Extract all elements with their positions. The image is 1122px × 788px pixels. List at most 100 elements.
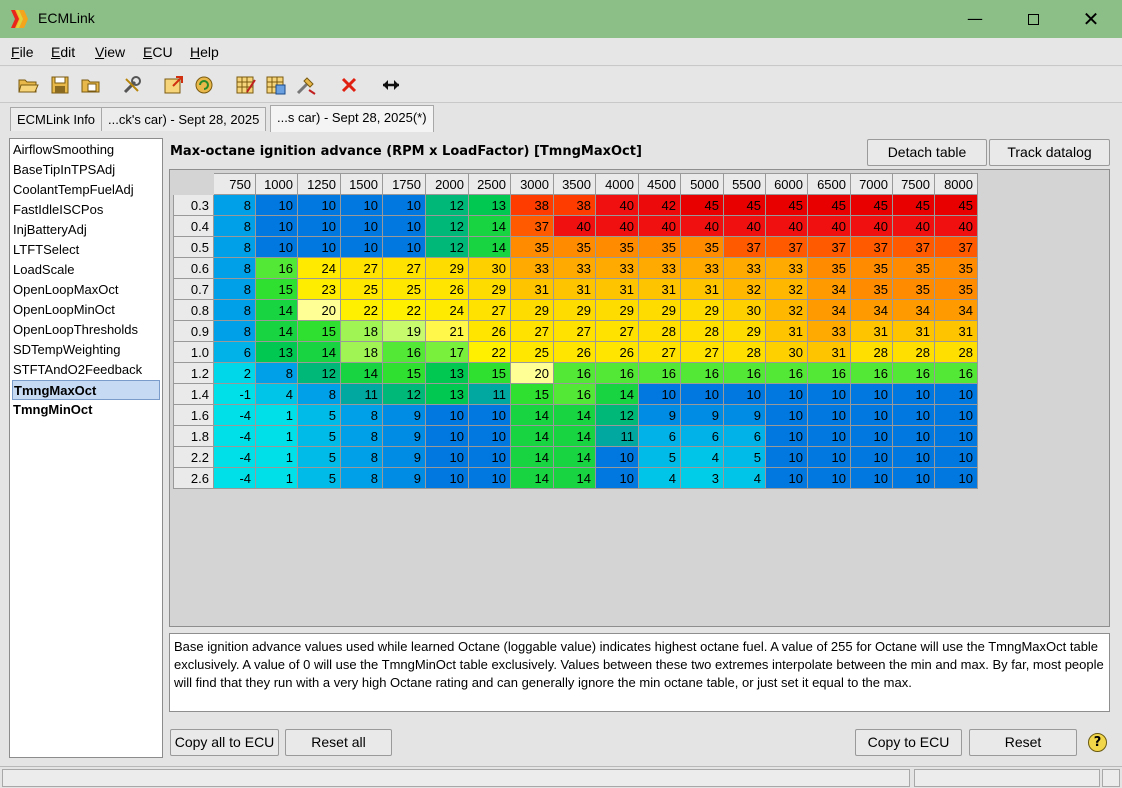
close-button[interactable]: ✕ [1062,0,1120,38]
table-cell[interactable]: 14 [553,404,596,426]
table-cell[interactable]: 28 [892,341,935,363]
help-icon[interactable]: ? [1088,733,1107,752]
table-cell[interactable]: 10 [468,467,511,489]
table-cell[interactable]: 5 [723,446,766,468]
tuning-icon[interactable] [295,74,317,96]
table-cell[interactable]: 10 [765,383,808,405]
table-cell[interactable]: -4 [213,467,256,489]
table-list-item[interactable]: FastIdleISCPos [12,200,160,220]
table-cell[interactable]: 27 [382,257,426,279]
table-cell[interactable]: 12 [595,404,639,426]
copy-all-to-ecu-button[interactable]: Copy all to ECU [170,729,279,756]
table-cell[interactable]: 15 [255,278,298,300]
table-cell[interactable]: 10 [892,404,935,426]
table-cell[interactable]: 10 [382,215,426,237]
table-cell[interactable]: 10 [892,446,935,468]
table-cell[interactable]: 8 [255,362,298,384]
table-cell[interactable]: 10 [255,236,298,258]
table-cell[interactable]: 10 [468,425,511,447]
load-row-header[interactable]: 0.9 [173,320,214,342]
table-cell[interactable]: 10 [425,404,469,426]
table-cell[interactable]: 9 [382,467,426,489]
table-cell[interactable]: 27 [595,320,639,342]
table-cell[interactable]: 10 [595,446,639,468]
table-cell[interactable]: 10 [468,404,511,426]
table-cell[interactable]: 3 [680,467,724,489]
table-cell[interactable]: 16 [807,362,851,384]
table-cell[interactable]: 35 [510,236,554,258]
table-cell[interactable]: 12 [297,362,341,384]
table-cell[interactable]: 38 [553,194,596,216]
resize-grip[interactable] [1102,769,1120,787]
table-cell[interactable]: 14 [553,467,596,489]
table-compare-icon[interactable] [265,74,287,96]
rpm-column-header[interactable]: 7500 [892,173,935,195]
table-cell[interactable]: 31 [892,320,935,342]
table-list-item[interactable]: OpenLoopMaxOct [12,280,160,300]
table-cell[interactable]: 35 [892,278,935,300]
table-cell[interactable]: 10 [297,236,341,258]
export-icon[interactable] [163,74,185,96]
table-cell[interactable]: 33 [595,257,639,279]
table-cell[interactable]: 25 [510,341,554,363]
tab-car-2[interactable]: ...s car) - Sept 28, 2025(*) [270,105,434,132]
table-cell[interactable]: 28 [723,341,766,363]
table-cell[interactable]: 10 [807,404,851,426]
table-cell[interactable]: 40 [680,215,724,237]
table-cell[interactable]: 8 [340,425,383,447]
open-folder-icon[interactable] [17,74,39,96]
load-row-header[interactable]: 0.4 [173,215,214,237]
table-cell[interactable]: 10 [765,425,808,447]
table-cell[interactable]: 5 [297,425,341,447]
table-cell[interactable]: 2 [213,362,256,384]
rpm-column-header[interactable]: 6500 [807,173,851,195]
table-cell[interactable]: 11 [340,383,383,405]
table-cell[interactable]: 40 [807,215,851,237]
load-row-header[interactable]: 0.7 [173,278,214,300]
load-row-header[interactable]: 1.8 [173,425,214,447]
table-cell[interactable]: 10 [850,467,893,489]
table-cell[interactable]: 29 [723,320,766,342]
rpm-column-header[interactable]: 1000 [255,173,298,195]
table-cell[interactable]: 31 [765,320,808,342]
table-cell[interactable]: 25 [382,278,426,300]
table-cell[interactable]: 6 [638,425,681,447]
table-cell[interactable]: 35 [934,257,978,279]
table-cell[interactable]: 13 [425,383,469,405]
table-cell[interactable]: 37 [807,236,851,258]
table-cell[interactable]: 26 [553,341,596,363]
table-cell[interactable]: 14 [255,299,298,321]
table-cell[interactable]: 4 [680,446,724,468]
table-cell[interactable]: 10 [255,194,298,216]
table-cell[interactable]: 8 [213,194,256,216]
table-cell[interactable]: 40 [892,215,935,237]
table-cell[interactable]: 10 [723,383,766,405]
table-cell[interactable]: 40 [850,215,893,237]
rpm-column-header[interactable]: 7000 [850,173,893,195]
table-cell[interactable]: 29 [468,278,511,300]
table-cell[interactable]: 27 [553,320,596,342]
table-cell[interactable]: 10 [850,425,893,447]
table-cell[interactable]: 28 [680,320,724,342]
table-cell[interactable]: 31 [934,320,978,342]
table-cell[interactable]: 18 [340,320,383,342]
table-cell[interactable]: 16 [553,362,596,384]
table-cell[interactable]: 27 [340,257,383,279]
table-cell[interactable]: 11 [595,425,639,447]
table-cell[interactable]: 14 [510,425,554,447]
table-cell[interactable]: 1 [255,446,298,468]
table-cell[interactable]: 8 [213,320,256,342]
table-cell[interactable]: 9 [382,404,426,426]
table-cell[interactable]: 13 [425,362,469,384]
table-cell[interactable]: 29 [595,299,639,321]
rpm-column-header[interactable]: 4000 [595,173,639,195]
table-cell[interactable]: 10 [425,467,469,489]
table-cell[interactable]: 29 [510,299,554,321]
table-cell[interactable]: 4 [255,383,298,405]
table-cell[interactable]: 8 [340,446,383,468]
menu-help[interactable]: Help [190,44,219,60]
table-cell[interactable]: 37 [510,215,554,237]
table-cell[interactable]: 10 [425,425,469,447]
table-cell[interactable]: 10 [765,446,808,468]
rpm-column-header[interactable]: 5000 [680,173,724,195]
